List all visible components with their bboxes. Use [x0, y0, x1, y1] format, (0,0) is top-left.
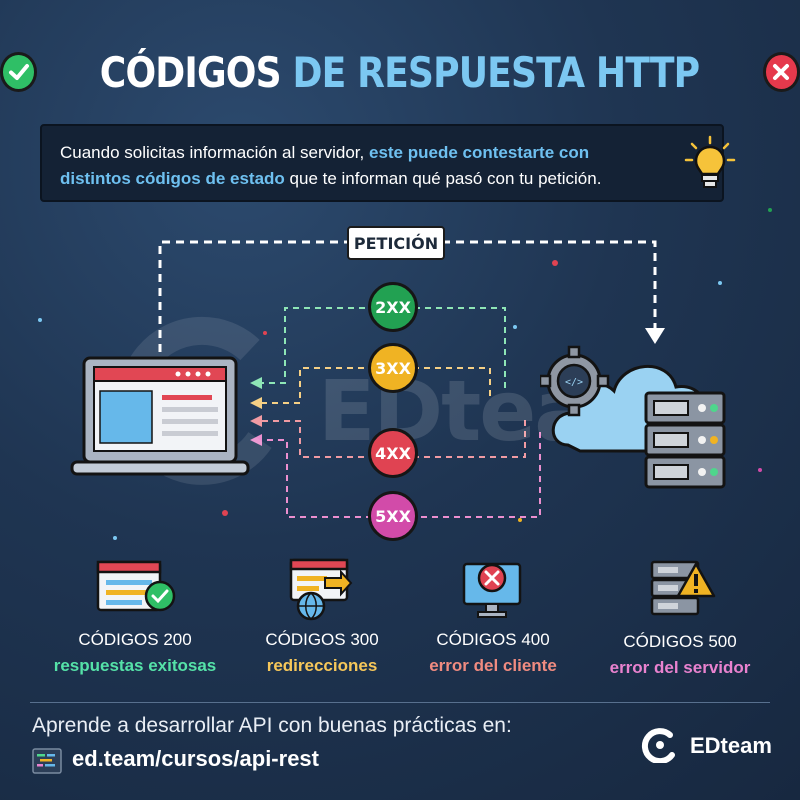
code-label: 3XX [375, 358, 411, 378]
category-300: CÓDIGOS 300 redirecciones [222, 630, 422, 676]
code-5xx: 5XX [368, 491, 418, 541]
category-500: CÓDIGOS 500 error del servidor [580, 632, 780, 678]
category-subtitle: respuestas exitosas [53, 656, 217, 675]
cloud-server-icon: </> [540, 345, 726, 489]
code-editor-icon [32, 748, 62, 774]
server-warning-icon [650, 560, 716, 616]
category-title: CÓDIGOS 500 [623, 632, 737, 651]
code-4xx: 4XX [368, 428, 418, 478]
code-label: 4XX [375, 443, 411, 463]
code-2xx: 2XX [368, 282, 418, 332]
request-label: PETICIÓN [347, 226, 445, 260]
monitor-error-icon [462, 562, 522, 618]
svg-text:</>: </> [565, 377, 583, 388]
code-3xx: 3XX [368, 343, 418, 393]
code-label: 5XX [375, 506, 411, 526]
divider [30, 702, 770, 703]
category-subtitle: redirecciones [266, 656, 378, 675]
category-title: CÓDIGOS 400 [436, 630, 550, 649]
edteam-logo-icon [641, 728, 675, 763]
course-link[interactable]: ed.team/cursos/api-rest [72, 746, 319, 772]
category-title: CÓDIGOS 300 [265, 630, 379, 649]
browser-check-icon [96, 560, 176, 612]
category-subtitle: error del servidor [609, 658, 751, 677]
category-title: CÓDIGOS 200 [78, 630, 192, 649]
infographic: CÓDIGOS DE RESPUESTA HTTP Cuando solicit… [0, 0, 800, 800]
footer-text: Aprende a desarrollar API con buenas prá… [32, 714, 512, 737]
laptop-icon [70, 356, 250, 476]
code-label: 2XX [375, 297, 411, 317]
category-subtitle: error del cliente [429, 656, 557, 675]
brand-name: EDteam [690, 733, 772, 758]
category-400: CÓDIGOS 400 error del cliente [393, 630, 593, 676]
browser-globe-icon [289, 558, 353, 621]
category-200: CÓDIGOS 200 respuestas exitosas [35, 630, 235, 676]
